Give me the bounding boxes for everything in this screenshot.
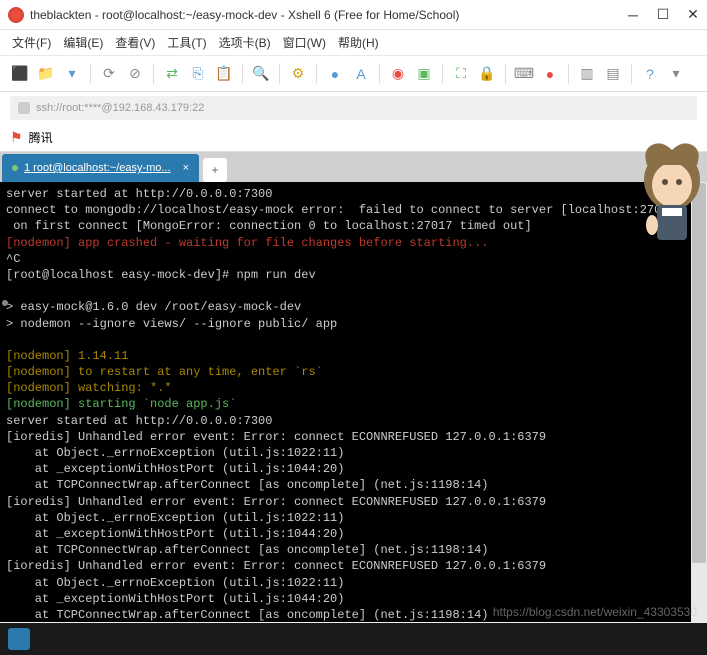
terminal-line: server started at http://0.0.0.0:7300 bbox=[6, 414, 272, 428]
lock-icon bbox=[18, 102, 30, 114]
scrollbar[interactable] bbox=[691, 182, 707, 622]
terminal-line: [ioredis] Unhandled error event: Error: … bbox=[6, 495, 546, 509]
terminal-line: > easy-mock@1.6.0 dev /root/easy-mock-de… bbox=[6, 300, 301, 314]
fullscreen-icon[interactable]: ⛶ bbox=[451, 64, 471, 84]
paste-icon[interactable]: 📋 bbox=[214, 64, 234, 84]
session-tab[interactable]: 1 root@localhost:~/easy-mo... × bbox=[2, 154, 199, 182]
minimize-button[interactable]: ─ bbox=[627, 9, 639, 21]
terminal-line: [ioredis] Unhandled error event: Error: … bbox=[6, 430, 546, 444]
new-tab-button[interactable]: + bbox=[203, 158, 227, 182]
tile-h-icon[interactable]: ▥ bbox=[577, 64, 597, 84]
save-icon[interactable]: ▾ bbox=[62, 64, 82, 84]
menu-tools[interactable]: 工具(T) bbox=[167, 34, 206, 51]
terminal-line: > nodemon --ignore views/ --ignore publi… bbox=[6, 317, 337, 331]
reconnect-icon[interactable]: ⟳ bbox=[99, 64, 119, 84]
separator bbox=[90, 64, 91, 84]
menu-view[interactable]: 查看(V) bbox=[115, 34, 155, 51]
menu-edit[interactable]: 编辑(E) bbox=[63, 34, 103, 51]
separator bbox=[279, 64, 280, 84]
close-button[interactable]: ✕ bbox=[687, 9, 699, 21]
tile-v-icon[interactable]: ▤ bbox=[603, 64, 623, 84]
separator bbox=[316, 64, 317, 84]
menu-tabs[interactable]: 选项卡(B) bbox=[219, 34, 271, 51]
tab-label: 1 root@localhost:~/easy-mo... bbox=[24, 162, 171, 174]
record-icon[interactable]: ● bbox=[540, 64, 560, 84]
separator bbox=[631, 64, 632, 84]
terminal-line: at _exceptionWithHostPort (util.js:1044:… bbox=[6, 462, 344, 476]
maximize-button[interactable]: ☐ bbox=[657, 9, 669, 21]
address-bar: ssh://root:****@192.168.43.179:22 bbox=[0, 92, 707, 124]
window-controls: ─ ☐ ✕ bbox=[627, 9, 699, 21]
terminal-line: connect to mongodb://localhost/easy-mock… bbox=[6, 203, 669, 217]
separator bbox=[379, 64, 380, 84]
new-session-icon[interactable]: ⬛ bbox=[10, 64, 30, 84]
find-icon[interactable]: 🔍 bbox=[251, 64, 271, 84]
bullet-icon bbox=[2, 300, 8, 306]
terminal-line: at _exceptionWithHostPort (util.js:1044:… bbox=[6, 592, 344, 606]
tab-close-icon[interactable]: × bbox=[183, 162, 189, 174]
copy-icon[interactable]: ⎘ bbox=[188, 64, 208, 84]
terminal-line: server started at http://0.0.0.0:7300 bbox=[6, 187, 272, 201]
terminal-line: at TCPConnectWrap.afterConnect [as oncom… bbox=[6, 478, 488, 492]
flag-icon: ⚑ bbox=[10, 129, 23, 146]
terminal-line: [nodemon] 1.14.11 bbox=[6, 349, 128, 363]
status-dot-icon bbox=[12, 165, 18, 171]
address-text: ssh://root:****@192.168.43.179:22 bbox=[36, 102, 204, 114]
terminal-output[interactable]: server started at http://0.0.0.0:7300 co… bbox=[0, 182, 707, 622]
help-icon[interactable]: ? bbox=[640, 64, 660, 84]
tab-bar: 1 root@localhost:~/easy-mo... × + bbox=[0, 152, 707, 182]
bookmark-tencent[interactable]: 腾讯 bbox=[29, 129, 53, 146]
menu-file[interactable]: 文件(F) bbox=[12, 34, 51, 51]
window-title: theblackten - root@localhost:~/easy-mock… bbox=[30, 8, 627, 22]
terminal-line: [nodemon] starting `node app.js` bbox=[6, 397, 236, 411]
menu-window[interactable]: 窗口(W) bbox=[283, 34, 326, 51]
terminal-line: [nodemon] watching: *.* bbox=[6, 381, 172, 395]
address-field[interactable]: ssh://root:****@192.168.43.179:22 bbox=[10, 96, 697, 120]
font-icon[interactable]: A bbox=[351, 64, 371, 84]
separator bbox=[442, 64, 443, 84]
terminal-line: at _exceptionWithHostPort (util.js:1044:… bbox=[6, 527, 344, 541]
terminal-line: [nodemon] to restart at any time, enter … bbox=[6, 365, 323, 379]
lock-icon[interactable]: 🔒 bbox=[477, 64, 497, 84]
separator bbox=[568, 64, 569, 84]
terminal-line: [ioredis] Unhandled error event: Error: … bbox=[6, 559, 546, 573]
taskbar bbox=[0, 623, 707, 655]
vscode-icon[interactable] bbox=[8, 628, 30, 650]
xshell-icon[interactable]: ◉ bbox=[388, 64, 408, 84]
terminal-line: at TCPConnectWrap.afterConnect [as oncom… bbox=[6, 608, 488, 622]
separator bbox=[153, 64, 154, 84]
toolbar: ⬛ 📁 ▾ ⟳ ⊘ ⇄ ⎘ 📋 🔍 ⚙ ● A ◉ ▣ ⛶ 🔒 ⌨ ● ▥ ▤ … bbox=[0, 56, 707, 92]
disconnect-icon[interactable]: ⊘ bbox=[125, 64, 145, 84]
separator bbox=[505, 64, 506, 84]
menu-help[interactable]: 帮助(H) bbox=[338, 34, 379, 51]
terminal-line: at Object._errnoException (util.js:1022:… bbox=[6, 446, 344, 460]
color-icon[interactable]: ● bbox=[325, 64, 345, 84]
properties-icon[interactable]: ⚙ bbox=[288, 64, 308, 84]
terminal-line: at Object._errnoException (util.js:1022:… bbox=[6, 576, 344, 590]
terminal-line: [root@localhost easy-mock-dev]# npm run … bbox=[6, 268, 316, 282]
terminal-line: on first connect [MongoError: connection… bbox=[6, 219, 532, 233]
watermark: https://blog.csdn.net/weixin_43303530 bbox=[493, 605, 697, 619]
terminal-line: at TCPConnectWrap.afterConnect [as oncom… bbox=[6, 543, 488, 557]
scrollbar-thumb[interactable] bbox=[692, 183, 706, 563]
dropdown-icon[interactable]: ▾ bbox=[666, 64, 686, 84]
terminal-line: [nodemon] app crashed - waiting for file… bbox=[6, 236, 488, 250]
transfer-icon[interactable]: ⇄ bbox=[162, 64, 182, 84]
separator bbox=[242, 64, 243, 84]
titlebar: theblackten - root@localhost:~/easy-mock… bbox=[0, 0, 707, 30]
script-icon[interactable]: ▣ bbox=[414, 64, 434, 84]
keyboard-icon[interactable]: ⌨ bbox=[514, 64, 534, 84]
open-icon[interactable]: 📁 bbox=[36, 64, 56, 84]
terminal-line: at Object._errnoException (util.js:1022:… bbox=[6, 511, 344, 525]
menubar: 文件(F) 编辑(E) 查看(V) 工具(T) 选项卡(B) 窗口(W) 帮助(… bbox=[0, 30, 707, 56]
app-logo-icon bbox=[8, 7, 24, 23]
bookmark-bar: ⚑ 腾讯 bbox=[0, 124, 707, 152]
terminal-line: ^C bbox=[6, 252, 20, 266]
